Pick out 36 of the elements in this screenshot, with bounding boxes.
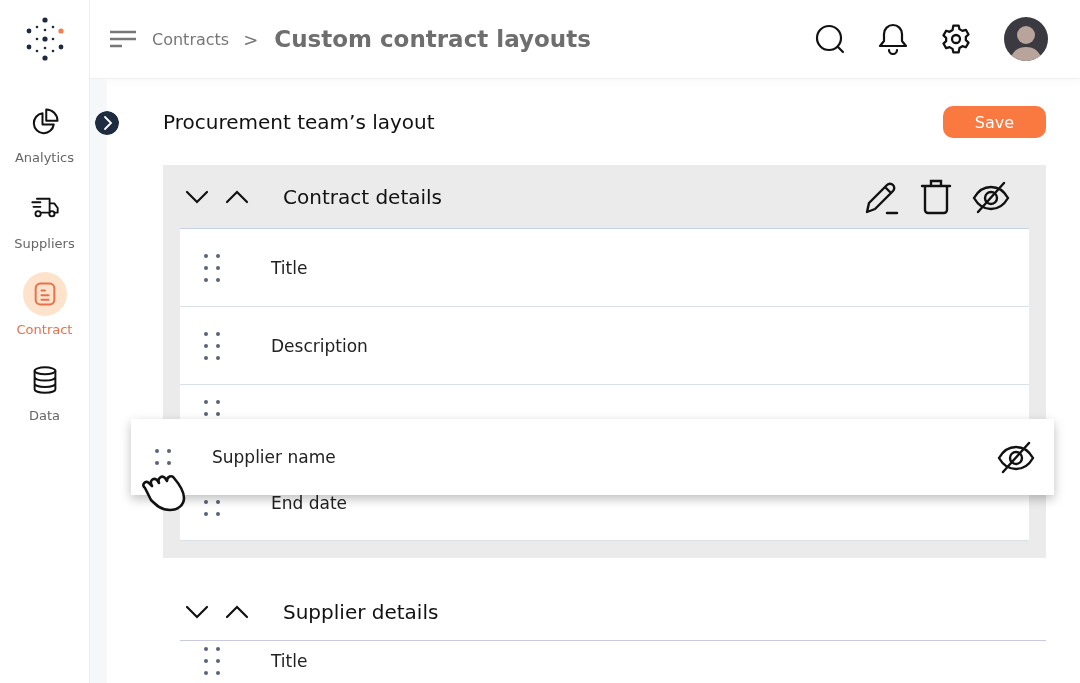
chevron-up-icon[interactable] — [225, 604, 249, 619]
avatar[interactable] — [1004, 17, 1048, 61]
section-title: Contract details — [283, 184, 444, 209]
chevron-down-icon[interactable] — [185, 604, 209, 619]
dragged-field-card[interactable]: Supplier name — [131, 419, 1054, 495]
breadcrumb-link[interactable]: Contracts — [152, 29, 230, 49]
bell-icon[interactable] — [878, 23, 908, 55]
search-icon[interactable] — [814, 23, 846, 55]
drag-handle-icon[interactable] — [203, 499, 221, 517]
chevron-up-icon[interactable] — [225, 189, 249, 204]
trash-icon[interactable] — [919, 177, 953, 216]
menu-icon[interactable] — [110, 30, 136, 48]
nav-item[interactable]: Analytics — [4, 100, 85, 165]
field-label: Description — [271, 335, 368, 356]
drag-handle-icon[interactable] — [203, 252, 221, 283]
breadcrumb-separator: > — [243, 28, 259, 50]
nav-item[interactable]: Suppliers — [4, 186, 85, 251]
eye-off-icon[interactable] — [996, 440, 1036, 474]
field-label: Title — [271, 257, 308, 278]
expand-toggle-icon[interactable] — [95, 111, 119, 135]
nav-item[interactable]: Contract — [4, 272, 85, 337]
section-title: Supplier details — [283, 599, 440, 624]
page-title: Custom contract layouts — [274, 26, 592, 52]
layout-title: Procurement team’s layout — [163, 110, 435, 134]
field-label: Supplier name — [212, 447, 337, 467]
chevron-down-icon[interactable] — [185, 189, 209, 204]
logo-icon[interactable] — [24, 16, 65, 62]
field-label: Title — [271, 651, 308, 671]
field-label: End date — [271, 493, 348, 513]
drag-handle-icon[interactable] — [154, 448, 172, 466]
settings-icon[interactable] — [940, 23, 972, 55]
drag-handle-icon[interactable] — [203, 646, 221, 676]
nav-item[interactable]: Data — [4, 358, 85, 423]
drag-handle-icon[interactable] — [203, 330, 221, 361]
eye-off-icon[interactable] — [971, 179, 1011, 214]
drag-handle-icon[interactable] — [203, 399, 221, 417]
